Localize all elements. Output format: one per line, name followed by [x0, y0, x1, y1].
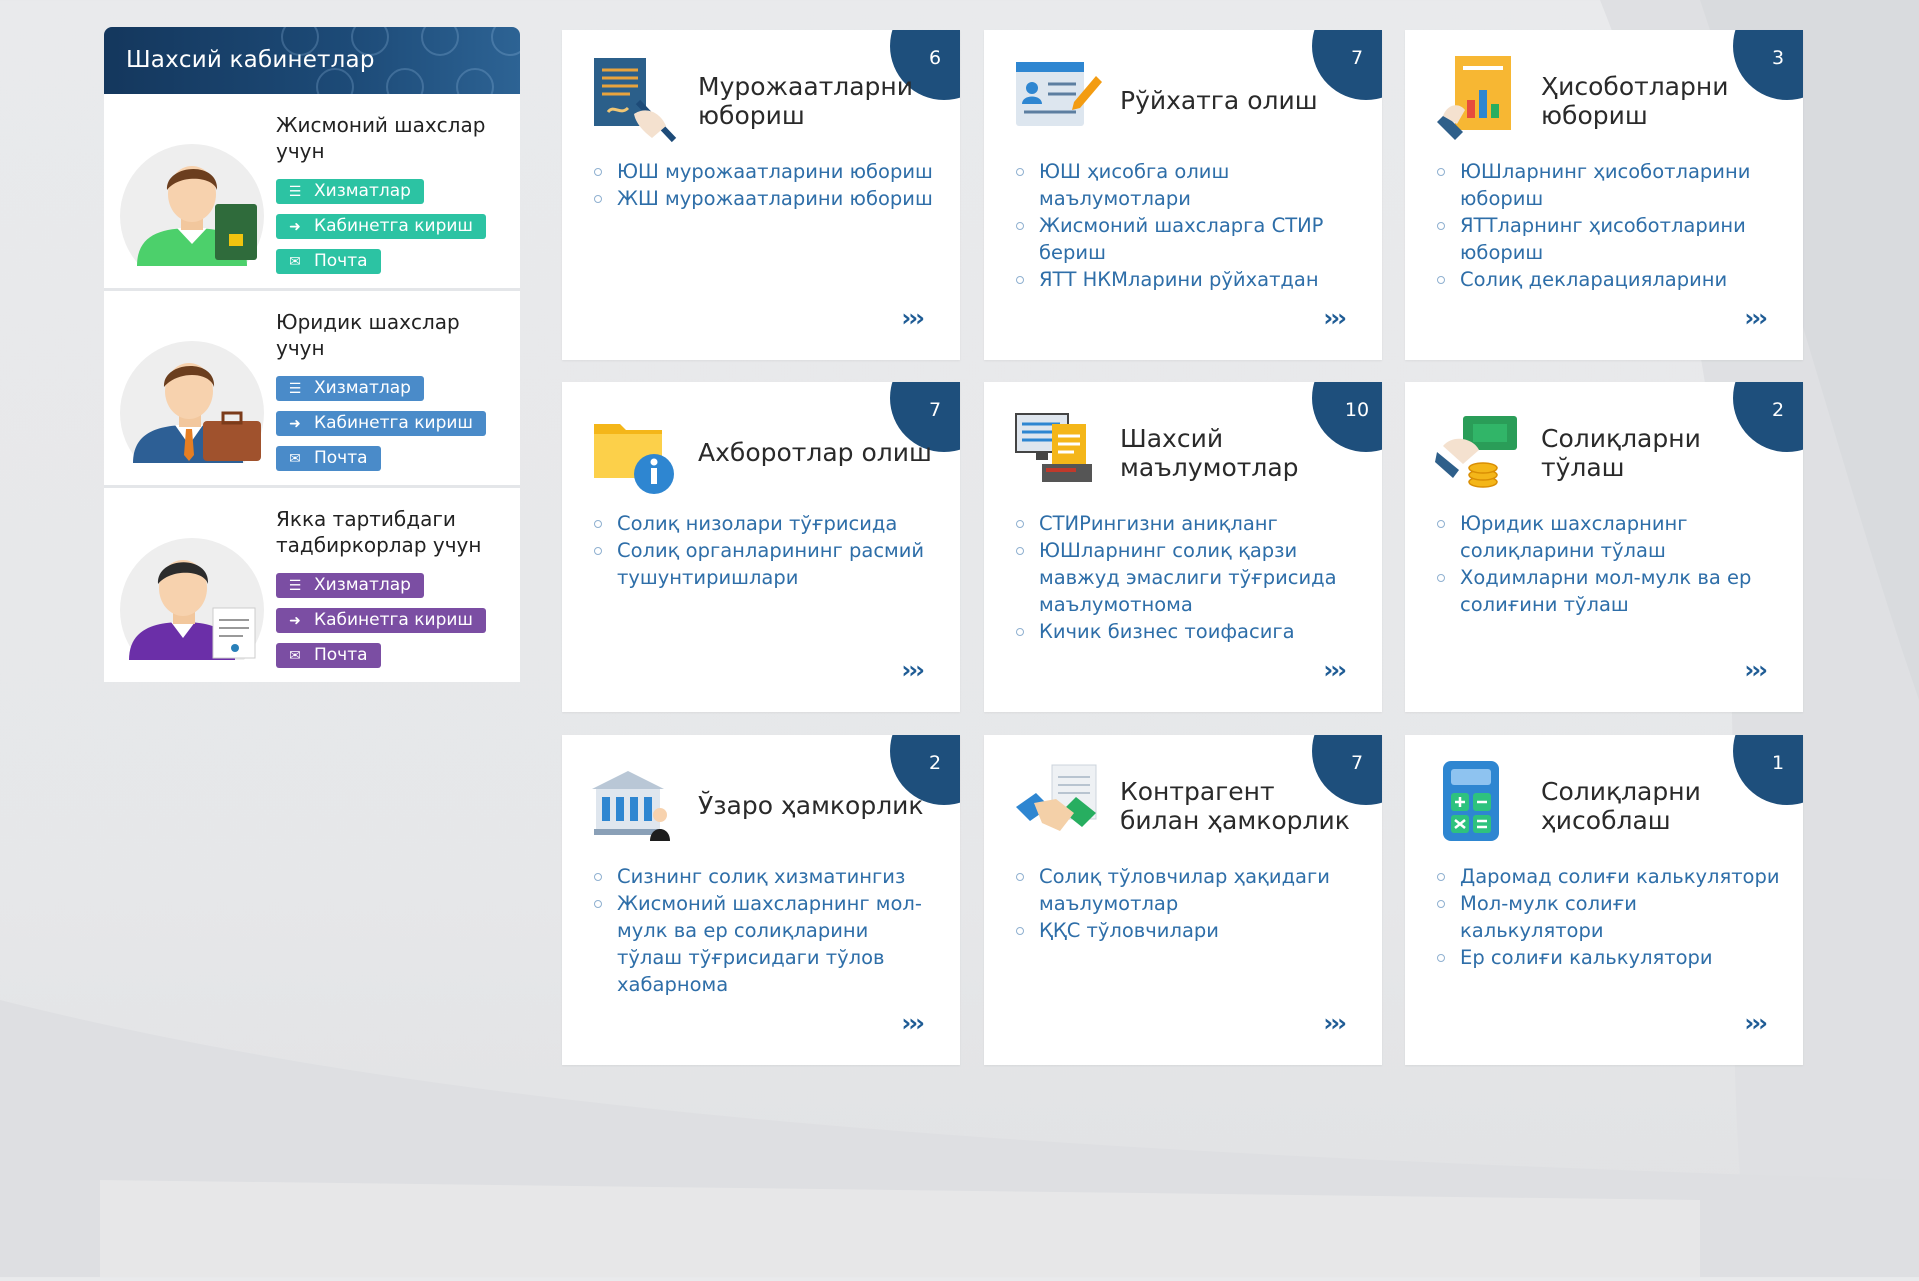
list-icon: ☰ — [288, 184, 302, 200]
envelope-icon: ✉ — [289, 254, 301, 270]
report-chart-icon — [1437, 56, 1511, 140]
sign-in-icon: ➜ — [289, 416, 301, 432]
mail-button[interactable]: ✉ Почта — [276, 643, 381, 668]
card-links: ЮШ мурожаатларини юбориш ЖШ мурожаатлари… — [592, 158, 937, 212]
mail-button[interactable]: ✉ Почта — [276, 249, 381, 274]
card-title[interactable]: Ўзаро ҳамкорлик — [698, 791, 938, 820]
services-button[interactable]: ☰ Хизматлар — [276, 376, 424, 401]
card-link[interactable]: ЮШ ҳисобга олиш маълумотлари — [1014, 158, 1359, 212]
card-links: Юридик шахсларнинг солиқларини тўлаш Ход… — [1435, 510, 1780, 618]
card-link[interactable]: Ходимларни мол-мулк ва ер солиғини тўлаш — [1435, 564, 1780, 618]
card-title[interactable]: Солиқларни ҳисоблаш — [1541, 777, 1781, 835]
card-links: Солиқ низолари тўғрисида Солиқ органлари… — [592, 510, 937, 591]
more-arrows-icon[interactable]: ››› — [1323, 656, 1347, 684]
cabinet-entrepreneurs: Якка тартибдаги тадбиркорлар учун ☰ Хизма… — [104, 488, 520, 682]
service-card-registration[interactable]: 7 Рўйхатга олиш ЮШ ҳисобга олиш маълумот… — [984, 30, 1382, 360]
computer-documents-icon — [1015, 413, 1092, 482]
card-link[interactable]: Солиқ декларацияларини — [1435, 266, 1780, 293]
individual-avatar-icon — [120, 144, 264, 266]
sign-in-icon: ➜ — [289, 219, 301, 235]
legal-entity-avatar-icon — [120, 341, 264, 463]
card-link[interactable]: Солиқ тўловчилар ҳақидаги маълумотлар — [1014, 863, 1359, 917]
card-link[interactable]: ЮШларнинг солиқ қарзи мавжуд эмаслиги тў… — [1014, 537, 1359, 618]
services-button[interactable]: ☰ Хизматлар — [276, 573, 424, 598]
card-link[interactable]: ЯТТ НКМларини рўйхатдан — [1014, 266, 1359, 293]
card-link[interactable]: Жисмоний шахсларнинг мол-мулк ва ер соли… — [592, 890, 937, 998]
info-folder-icon — [594, 424, 674, 494]
service-card-tax-payment[interactable]: 2 Солиқларни тўлаш Юридик шахсларнинг со… — [1405, 382, 1803, 712]
personal-cabinets-panel: Шахсий кабинетлар Жисмоний шахслар учун … — [104, 27, 520, 682]
card-links: Солиқ тўловчилар ҳақидаги маълумотлар ҚҚ… — [1014, 863, 1359, 944]
card-links: Даромад солиғи калькулятори Мол-мулк сол… — [1435, 863, 1780, 971]
more-arrows-icon[interactable]: ››› — [1323, 304, 1347, 332]
cabinet-login-button[interactable]: ➜ Кабинетга кириш — [276, 214, 486, 239]
government-building-icon — [592, 771, 670, 841]
card-title[interactable]: Мурожаатларни юбориш — [698, 72, 938, 130]
registration-form-icon — [1016, 62, 1102, 126]
entrepreneur-avatar-icon — [120, 538, 264, 660]
card-link[interactable]: Кичик бизнес тоифасига — [1014, 618, 1359, 645]
card-link[interactable]: Солиқ низолари тўғрисида — [592, 510, 937, 537]
cabinet-login-button[interactable]: ➜ Кабинетга кириш — [276, 608, 486, 633]
card-links: ЮШ ҳисобга олиш маълумотлари Жисмоний ша… — [1014, 158, 1359, 293]
card-links: ЮШларнинг ҳисоботларини юбориш ЯТТларнин… — [1435, 158, 1780, 293]
service-card-tax-calculation[interactable]: 1 Солиқларни ҳисоблаш Даромад солиғи кал… — [1405, 735, 1803, 1065]
card-link[interactable]: ЮШларнинг ҳисоботларини юбориш — [1435, 158, 1780, 212]
person-title: Жисмоний шахслар учун — [276, 113, 486, 163]
card-link[interactable]: ҚҚС тўловчилари — [1014, 917, 1359, 944]
more-arrows-icon[interactable]: ››› — [901, 656, 925, 684]
more-arrows-icon[interactable]: ››› — [901, 304, 925, 332]
panel-title: Шахсий кабинетлар — [126, 47, 375, 73]
service-card-cooperation[interactable]: 2 Ўзаро ҳамкорлик Сизнинг солиқ хизматин… — [562, 735, 960, 1065]
person-title: Юридик шахслар учун — [276, 310, 460, 360]
service-card-appeals[interactable]: 6 Мурожаатларни юбориш ЮШ мурожаатларини… — [562, 30, 960, 360]
cabinet-legal-entities: Юридик шахслар учун ☰ Хизматлар ➜ Кабинетг… — [104, 291, 520, 488]
list-icon: ☰ — [288, 381, 302, 397]
card-title[interactable]: Ахборотлар олиш — [698, 438, 938, 467]
card-link[interactable]: СТИРингизни аниқланг — [1014, 510, 1359, 537]
card-link[interactable]: Сизнинг солиқ хизматингиз — [592, 863, 937, 890]
service-card-personal-data[interactable]: 10 Шахсий маълумотлар СТИРингизни аниқла… — [984, 382, 1382, 712]
more-arrows-icon[interactable]: ››› — [1323, 1009, 1347, 1037]
cabinet-individuals: Жисмоний шахслар учун ☰ Хизматлар ➜ Кабине… — [104, 94, 520, 291]
card-title[interactable]: Контрагент билан ҳамкорлик — [1120, 777, 1360, 835]
payment-coins-icon — [1435, 416, 1517, 488]
card-link[interactable]: Ер солиғи калькулятори — [1435, 944, 1780, 971]
service-card-contractor[interactable]: 7 Контрагент билан ҳамкорлик Солиқ тўлов… — [984, 735, 1382, 1065]
card-title[interactable]: Шахсий маълумотлар — [1120, 424, 1360, 482]
more-arrows-icon[interactable]: ››› — [1744, 656, 1768, 684]
document-signing-icon — [594, 58, 677, 143]
more-arrows-icon[interactable]: ››› — [901, 1009, 925, 1037]
mail-button[interactable]: ✉ Почта — [276, 446, 381, 471]
services-button[interactable]: ☰ Хизматлар — [276, 179, 424, 204]
card-title[interactable]: Рўйхатга олиш — [1120, 86, 1360, 115]
card-link[interactable]: Мол-мулк солиғи калькулятори — [1435, 890, 1780, 944]
more-arrows-icon[interactable]: ››› — [1744, 1009, 1768, 1037]
card-title[interactable]: Ҳисоботларни юбориш — [1541, 72, 1781, 130]
card-title[interactable]: Солиқларни тўлаш — [1541, 424, 1781, 482]
person-title: Якка тартибдаги тадбиркорлар учун — [276, 507, 482, 557]
calculator-icon — [1443, 761, 1499, 841]
sign-in-icon: ➜ — [289, 613, 301, 629]
envelope-icon: ✉ — [289, 648, 301, 664]
card-link[interactable]: Солиқ органларининг расмий тушунтиришлар… — [592, 537, 937, 591]
card-link[interactable]: ЖШ мурожаатларини юбориш — [592, 185, 937, 212]
card-links: Сизнинг солиқ хизматингиз Жисмоний шахсл… — [592, 863, 937, 998]
panel-header: Шахсий кабинетлар — [104, 27, 520, 94]
card-link[interactable]: ЮШ мурожаатларини юбориш — [592, 158, 937, 185]
handshake-icon — [1016, 764, 1097, 831]
cabinet-login-button[interactable]: ➜ Кабинетга кириш — [276, 411, 486, 436]
service-card-information[interactable]: 7 Ахборотлар олиш Солиқ низолари тўғриси… — [562, 382, 960, 712]
more-arrows-icon[interactable]: ››› — [1744, 304, 1768, 332]
card-link[interactable]: ЯТТларнинг ҳисоботларини юбориш — [1435, 212, 1780, 266]
list-icon: ☰ — [288, 578, 302, 594]
card-links: СТИРингизни аниқланг ЮШларнинг солиқ қар… — [1014, 510, 1359, 645]
card-link[interactable]: Юридик шахсларнинг солиқларини тўлаш — [1435, 510, 1780, 564]
envelope-icon: ✉ — [289, 451, 301, 467]
card-link[interactable]: Жисмоний шахсларга СТИР бериш — [1014, 212, 1359, 266]
service-card-reports[interactable]: 3 Ҳисоботларни юбориш ЮШларнинг ҳисоботл… — [1405, 30, 1803, 360]
card-link[interactable]: Даромад солиғи калькулятори — [1435, 863, 1780, 890]
